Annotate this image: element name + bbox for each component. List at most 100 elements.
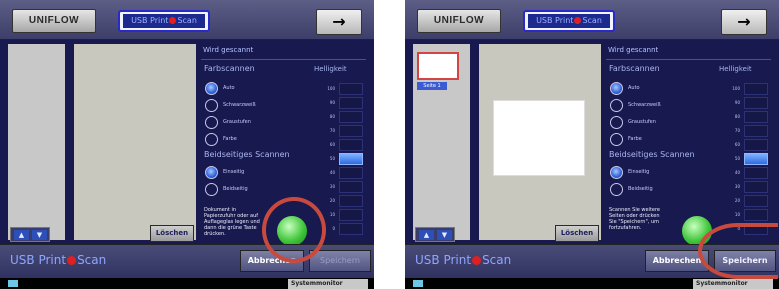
brightness-level[interactable]: 40 bbox=[726, 166, 772, 180]
delete-button[interactable]: Löschen bbox=[150, 225, 194, 242]
usb-print-scan-button[interactable]: USB Print Scan bbox=[523, 10, 615, 32]
brightness-level-cell[interactable] bbox=[339, 139, 363, 151]
nav-down-button[interactable]: ▼ bbox=[437, 230, 452, 240]
status-bar: Systemmonitor bbox=[405, 278, 779, 289]
brightness-level[interactable]: 40 bbox=[321, 166, 367, 180]
brightness-level[interactable]: 10 bbox=[321, 208, 367, 222]
brand-prefix: USB Print bbox=[10, 253, 67, 267]
brightness-level-cell[interactable] bbox=[339, 181, 363, 193]
brightness-level-number: 90 bbox=[329, 100, 335, 105]
brightness-level[interactable]: 20 bbox=[726, 194, 772, 208]
brightness-level[interactable]: 60 bbox=[321, 138, 367, 152]
radio-color-1[interactable] bbox=[610, 99, 623, 112]
screen-panel-left: UNIFLOW USB Print Scan → ▲ ▼ Löschen Wird… bbox=[0, 0, 374, 289]
radio-color-1[interactable] bbox=[205, 99, 218, 112]
radio-duplex-label: Beidseitig bbox=[628, 186, 653, 192]
radio-duplex-1[interactable] bbox=[205, 183, 218, 196]
arrow-right-icon[interactable]: → bbox=[316, 9, 362, 35]
status-bar: Systemmonitor bbox=[0, 278, 374, 289]
radio-duplex-label: Beidseitig bbox=[223, 186, 248, 192]
brightness-level-cell[interactable] bbox=[744, 167, 768, 179]
brightness-level-cell[interactable] bbox=[744, 181, 768, 193]
delete-button[interactable]: Löschen bbox=[555, 225, 599, 242]
brightness-level[interactable]: 30 bbox=[726, 180, 772, 194]
brand-label: USB Print Scan bbox=[10, 253, 106, 267]
system-monitor-button[interactable]: Systemmonitor bbox=[693, 279, 773, 289]
brightness-level-number: 100 bbox=[732, 86, 740, 91]
brightness-level[interactable]: 70 bbox=[321, 124, 367, 138]
brightness-level[interactable]: 10 bbox=[726, 208, 772, 222]
status-title: Wird gescannt bbox=[203, 46, 254, 54]
status-title: Wird gescannt bbox=[608, 46, 659, 54]
brightness-level-cell[interactable] bbox=[339, 209, 363, 221]
scan-settings-panel: Wird gescannt Farbscannen Helligkeit Bei… bbox=[606, 44, 773, 246]
nav-down-button[interactable]: ▼ bbox=[32, 230, 47, 240]
brand-prefix: USB Print bbox=[415, 253, 472, 267]
radio-color-0[interactable] bbox=[205, 82, 218, 95]
page-label: Seite 1 bbox=[417, 82, 447, 90]
brightness-level[interactable]: 90 bbox=[726, 96, 772, 110]
brightness-level-cell[interactable] bbox=[339, 223, 363, 235]
brightness-level-number: 50 bbox=[734, 156, 740, 161]
brightness-level-cell[interactable] bbox=[744, 83, 768, 95]
top-bar: UNIFLOW USB Print Scan → bbox=[0, 0, 374, 40]
brightness-level-cell[interactable] bbox=[744, 209, 768, 221]
brightness-level-cell[interactable] bbox=[339, 195, 363, 207]
radio-color-2[interactable] bbox=[205, 116, 218, 129]
instruction-text: Dokument in Papierzufuhr oder auf Auflag… bbox=[204, 207, 260, 237]
nav-up-button[interactable]: ▲ bbox=[419, 230, 434, 240]
nav-up-button[interactable]: ▲ bbox=[14, 230, 29, 240]
radio-color-0[interactable] bbox=[610, 82, 623, 95]
color-group-label: Farbscannen bbox=[609, 64, 660, 73]
radio-color-2[interactable] bbox=[610, 116, 623, 129]
duplex-group-label: Beidseitiges Scannen bbox=[609, 150, 695, 159]
brightness-level[interactable]: 90 bbox=[321, 96, 367, 110]
page-thumbnail[interactable] bbox=[417, 52, 459, 80]
brightness-level[interactable]: 50 bbox=[726, 152, 772, 166]
mode-suffix: Scan bbox=[582, 16, 602, 25]
brightness-level-number: 50 bbox=[329, 156, 335, 161]
brightness-level-cell[interactable] bbox=[744, 153, 768, 165]
radio-duplex-0[interactable] bbox=[205, 166, 218, 179]
brightness-level-number: 10 bbox=[734, 212, 740, 217]
radio-color-3[interactable] bbox=[610, 133, 623, 146]
brightness-level-cell[interactable] bbox=[339, 83, 363, 95]
scan-preview-area bbox=[479, 44, 601, 240]
scanned-page-preview bbox=[493, 100, 585, 176]
save-button[interactable]: Speichern bbox=[309, 250, 371, 272]
brightness-level[interactable]: 60 bbox=[726, 138, 772, 152]
radio-duplex-1[interactable] bbox=[610, 183, 623, 196]
brightness-level-cell[interactable] bbox=[744, 125, 768, 137]
brightness-level[interactable]: 0 bbox=[321, 222, 367, 236]
brightness-level-number: 70 bbox=[734, 128, 740, 133]
brightness-level-cell[interactable] bbox=[339, 125, 363, 137]
brightness-level-cell[interactable] bbox=[339, 153, 363, 165]
arrow-right-icon[interactable]: → bbox=[721, 9, 767, 35]
brightness-level[interactable]: 100 bbox=[321, 82, 367, 96]
brightness-level-cell[interactable] bbox=[744, 111, 768, 123]
screen-panel-right: UNIFLOW USB Print Scan → Seite 1 ▲ ▼ Lösc… bbox=[405, 0, 779, 289]
brightness-level[interactable]: 20 bbox=[321, 194, 367, 208]
brightness-level-cell[interactable] bbox=[339, 97, 363, 109]
brightness-level-cell[interactable] bbox=[744, 139, 768, 151]
brightness-level[interactable]: 80 bbox=[321, 110, 367, 124]
radio-color-3[interactable] bbox=[205, 133, 218, 146]
brightness-level[interactable]: 70 bbox=[726, 124, 772, 138]
brightness-level[interactable]: 100 bbox=[726, 82, 772, 96]
radio-duplex-0[interactable] bbox=[610, 166, 623, 179]
brightness-label: Helligkeit bbox=[719, 65, 752, 73]
brightness-level-cell[interactable] bbox=[744, 97, 768, 109]
brightness-level[interactable]: 30 bbox=[321, 180, 367, 194]
brand-label: USB Print Scan bbox=[415, 253, 511, 267]
brightness-level[interactable]: 80 bbox=[726, 110, 772, 124]
brightness-level-cell[interactable] bbox=[744, 195, 768, 207]
color-group-label: Farbscannen bbox=[204, 64, 255, 73]
brightness-level-cell[interactable] bbox=[339, 111, 363, 123]
brightness-label: Helligkeit bbox=[314, 65, 347, 73]
brightness-level-cell[interactable] bbox=[339, 167, 363, 179]
radio-color-label: Graustufen bbox=[223, 119, 251, 125]
brightness-level-number: 100 bbox=[327, 86, 335, 91]
usb-print-scan-button[interactable]: USB Print Scan bbox=[118, 10, 210, 32]
brightness-level[interactable]: 50 bbox=[321, 152, 367, 166]
system-monitor-button[interactable]: Systemmonitor bbox=[288, 279, 368, 289]
